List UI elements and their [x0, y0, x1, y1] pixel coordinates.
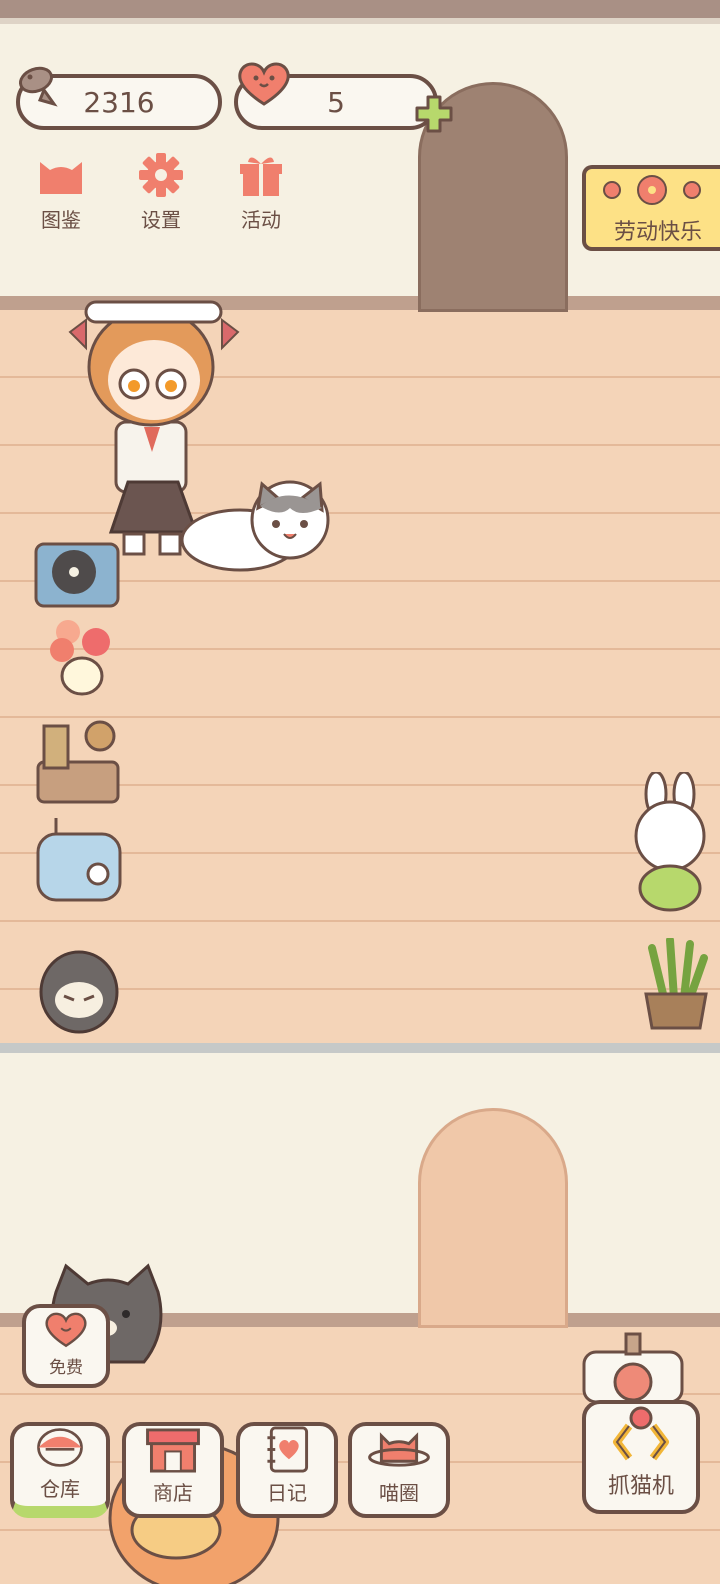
menu-events-label: 活动: [241, 208, 281, 232]
nav-storage-button[interactable]: 仓库: [10, 1422, 110, 1518]
grey-white-cat: [180, 480, 330, 572]
nav-cat-circle-label: 喵圈: [379, 1481, 419, 1505]
bunny-figurine: [634, 772, 706, 912]
floor-separator: [0, 1043, 720, 1053]
claw-machine-label: 抓猫机: [607, 1474, 674, 1499]
nav-shop-button[interactable]: 商店: [122, 1422, 224, 1518]
fish-count-value: 2316: [83, 85, 155, 119]
utensil-holder: [36, 720, 120, 804]
nav-diary-label: 日记: [267, 1481, 307, 1505]
cat-face-icon: [40, 162, 82, 194]
menu-settings-button[interactable]: 设置: [118, 150, 204, 240]
gift-icon: [240, 157, 282, 196]
claw-machine-top: [582, 1332, 684, 1402]
fish-icon: [19, 66, 58, 107]
free-hearts-button[interactable]: 免费: [22, 1304, 110, 1388]
menu-collection-label: 图鉴: [41, 208, 81, 232]
claw-machine-button[interactable]: 抓猫机: [582, 1400, 700, 1514]
diary-icon: [267, 1426, 309, 1473]
potted-plant: [644, 938, 708, 1030]
menu-events-button[interactable]: 活动: [218, 150, 304, 240]
flower-icon: [603, 175, 701, 205]
nav-storage-label: 仓库: [40, 1477, 80, 1501]
ceiling-strip: [0, 0, 720, 18]
nav-shop-label: 商店: [153, 1481, 193, 1505]
lower-doorway: [418, 1108, 568, 1328]
nav-cat-circle-button[interactable]: 喵圈: [348, 1422, 450, 1518]
event-banner-label: 劳动快乐: [613, 220, 702, 245]
free-hearts-label: 免费: [49, 1358, 83, 1378]
shop-icon: [146, 1428, 200, 1473]
record-player-and-flowers: [34, 542, 120, 696]
planet-cat-icon: [368, 1432, 430, 1467]
menu-settings-label: 设置: [141, 208, 181, 232]
ceiling-band: [0, 18, 720, 24]
daruma-doll: [39, 950, 119, 1034]
gear-icon: [139, 153, 183, 197]
heart-icon: [45, 1312, 87, 1348]
heart-count-value: 5: [327, 85, 345, 119]
menu-collection-button[interactable]: 图鉴: [18, 150, 104, 240]
add-hearts-plus-icon[interactable]: [414, 94, 454, 134]
storage-icon: [37, 1428, 83, 1467]
nav-diary-button[interactable]: 日记: [236, 1422, 338, 1518]
blue-radio: [36, 818, 122, 902]
claw-icon: [613, 1406, 669, 1461]
heart-icon: [238, 62, 290, 106]
